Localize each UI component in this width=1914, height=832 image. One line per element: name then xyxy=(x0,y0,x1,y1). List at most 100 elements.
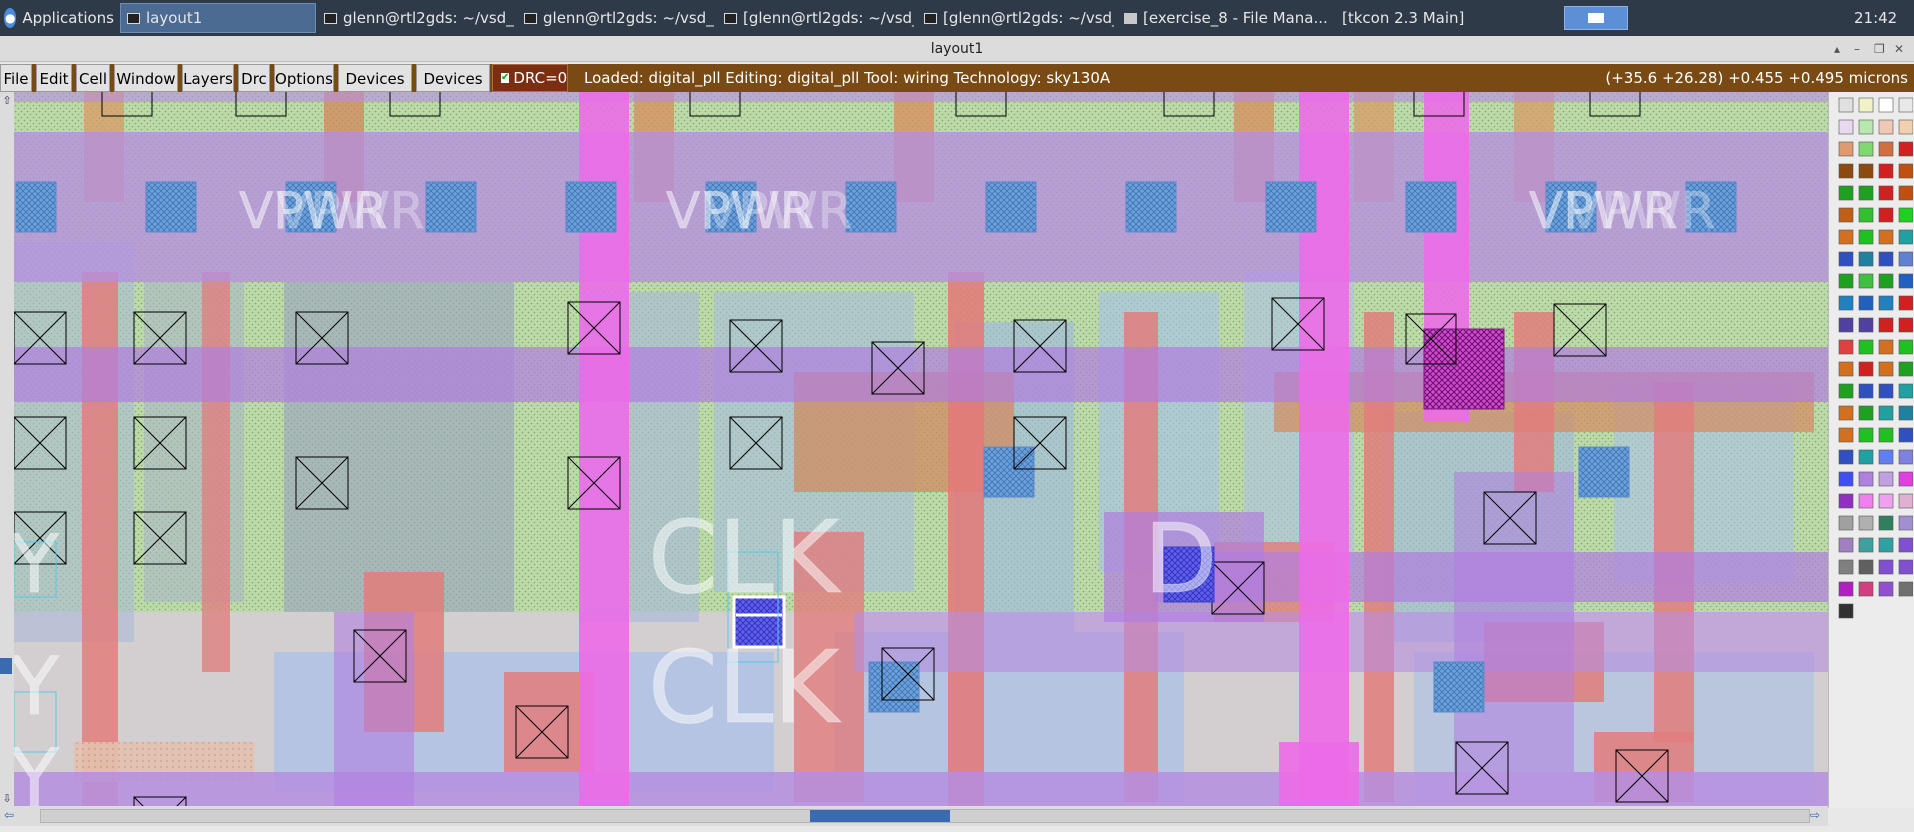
layer-swatch[interactable] xyxy=(1898,251,1913,267)
taskbar-item-terminal-2[interactable]: glenn@rtl2gds: ~/vsd_l... xyxy=(518,3,714,33)
maximize-button[interactable]: ❐ xyxy=(1874,36,1885,62)
layer-swatch[interactable] xyxy=(1898,141,1913,157)
layer-swatch[interactable] xyxy=(1858,427,1874,443)
layer-swatch[interactable] xyxy=(1838,471,1854,487)
layer-swatch[interactable] xyxy=(1878,537,1894,553)
taskbar-item-terminal-1[interactable]: glenn@rtl2gds: ~/vsd_l... xyxy=(318,3,514,33)
vertical-scrollbar[interactable]: ⇧ ⇩ xyxy=(0,92,14,808)
layer-swatch[interactable] xyxy=(1878,185,1894,201)
layer-swatch[interactable] xyxy=(1838,163,1854,179)
vertical-scroll-thumb[interactable] xyxy=(0,658,12,674)
layer-swatch[interactable] xyxy=(1858,229,1874,245)
scroll-left-icon[interactable]: ⇦ xyxy=(4,808,14,822)
layer-swatch[interactable] xyxy=(1858,339,1874,355)
layer-swatch[interactable] xyxy=(1838,207,1854,223)
layer-swatch[interactable] xyxy=(1858,471,1874,487)
menu-window[interactable]: Window xyxy=(114,64,178,92)
layer-swatch[interactable] xyxy=(1878,273,1894,289)
layer-swatch[interactable] xyxy=(1898,515,1913,531)
layer-swatch[interactable] xyxy=(1878,97,1894,113)
layer-swatch[interactable] xyxy=(1898,427,1913,443)
layer-swatch[interactable] xyxy=(1898,493,1913,509)
scroll-down-icon[interactable]: ⇩ xyxy=(1,792,13,805)
layer-swatch[interactable] xyxy=(1838,603,1854,619)
layer-swatch[interactable] xyxy=(1858,537,1874,553)
layer-swatch[interactable] xyxy=(1898,405,1913,421)
menu-cell[interactable]: Cell xyxy=(76,64,110,92)
layer-swatch[interactable] xyxy=(1838,141,1854,157)
layer-swatch[interactable] xyxy=(1838,427,1854,443)
taskbar-item-terminal-3[interactable]: [glenn@rtl2gds: ~/vsd_l... xyxy=(718,3,914,33)
layer-swatch[interactable] xyxy=(1878,317,1894,333)
scroll-up-icon[interactable]: ⇧ xyxy=(1,94,13,107)
layer-swatch[interactable] xyxy=(1878,383,1894,399)
layer-swatch[interactable] xyxy=(1858,361,1874,377)
menu-layers[interactable]: Layers xyxy=(182,64,234,92)
minimize-button[interactable]: – xyxy=(1854,36,1860,62)
layer-swatch[interactable] xyxy=(1898,471,1913,487)
layer-swatch[interactable] xyxy=(1838,515,1854,531)
layer-swatch[interactable] xyxy=(1858,251,1874,267)
horizontal-scrollbar[interactable]: ⇦ ⇨ xyxy=(0,806,1828,826)
horizontal-scroll-thumb[interactable] xyxy=(810,810,950,822)
layer-swatch[interactable] xyxy=(1838,273,1854,289)
layer-swatch[interactable] xyxy=(1898,339,1913,355)
layer-swatch[interactable] xyxy=(1878,361,1894,377)
close-button[interactable]: ✕ xyxy=(1894,36,1904,62)
layer-swatch[interactable] xyxy=(1838,251,1854,267)
layer-swatch[interactable] xyxy=(1878,141,1894,157)
layer-swatch[interactable] xyxy=(1838,493,1854,509)
layer-swatch[interactable] xyxy=(1858,405,1874,421)
layer-swatch[interactable] xyxy=(1838,119,1854,135)
layer-swatch[interactable] xyxy=(1898,449,1913,465)
menu-devices-1[interactable]: Devices 1 xyxy=(338,64,412,116)
layer-swatch[interactable] xyxy=(1878,449,1894,465)
layer-swatch[interactable] xyxy=(1898,537,1913,553)
layer-swatch[interactable] xyxy=(1838,537,1854,553)
layer-swatch[interactable] xyxy=(1898,559,1913,575)
layer-swatch[interactable] xyxy=(1858,97,1874,113)
layer-swatch[interactable] xyxy=(1878,559,1894,575)
layer-swatch[interactable] xyxy=(1878,493,1894,509)
layer-swatch[interactable] xyxy=(1838,449,1854,465)
layer-swatch[interactable] xyxy=(1898,163,1913,179)
layer-swatch[interactable] xyxy=(1858,317,1874,333)
layer-swatch[interactable] xyxy=(1878,339,1894,355)
layer-swatch[interactable] xyxy=(1838,383,1854,399)
layer-swatch[interactable] xyxy=(1858,295,1874,311)
layout-drawing[interactable]: VPWR VPWR VPWR VPWR VPWR VPWR CLK CLK D … xyxy=(14,92,1828,806)
layer-swatch[interactable] xyxy=(1838,581,1854,597)
layer-swatch[interactable] xyxy=(1838,97,1854,113)
layer-swatch[interactable] xyxy=(1858,515,1874,531)
layer-swatch[interactable] xyxy=(1878,119,1894,135)
layer-swatch[interactable] xyxy=(1858,119,1874,135)
layer-swatch[interactable] xyxy=(1878,581,1894,597)
layer-swatch[interactable] xyxy=(1878,471,1894,487)
window-up-icon[interactable]: ▴ xyxy=(1834,36,1840,62)
layer-swatch[interactable] xyxy=(1858,581,1874,597)
layer-swatch[interactable] xyxy=(1878,295,1894,311)
layer-swatch[interactable] xyxy=(1898,185,1913,201)
layer-swatch[interactable] xyxy=(1878,251,1894,267)
layer-swatch[interactable] xyxy=(1858,163,1874,179)
menu-options[interactable]: Options xyxy=(274,64,334,92)
show-desktop-button[interactable] xyxy=(1564,6,1628,30)
layer-swatch[interactable] xyxy=(1838,317,1854,333)
layer-swatch[interactable] xyxy=(1838,185,1854,201)
layer-swatch[interactable] xyxy=(1838,361,1854,377)
menu-file[interactable]: File xyxy=(0,64,32,92)
layer-swatch[interactable] xyxy=(1838,229,1854,245)
layer-swatch[interactable] xyxy=(1878,427,1894,443)
layer-swatch[interactable] xyxy=(1878,405,1894,421)
layer-swatch[interactable] xyxy=(1898,119,1913,135)
layer-swatches[interactable] xyxy=(1829,92,1913,808)
layer-swatch[interactable] xyxy=(1858,559,1874,575)
layer-swatch[interactable] xyxy=(1858,493,1874,509)
taskbar-item-terminal-4[interactable]: [glenn@rtl2gds: ~/vsd_l... xyxy=(918,3,1114,33)
layer-swatch[interactable] xyxy=(1858,449,1874,465)
taskbar-item-file-manager[interactable]: [exercise_8 - File Mana... xyxy=(1118,3,1338,33)
taskbar-item-tkcon[interactable]: [tkcon 2.3 Main] xyxy=(1336,3,1556,33)
layer-swatch[interactable] xyxy=(1898,229,1913,245)
layer-swatch[interactable] xyxy=(1898,317,1913,333)
layer-swatch[interactable] xyxy=(1898,295,1913,311)
